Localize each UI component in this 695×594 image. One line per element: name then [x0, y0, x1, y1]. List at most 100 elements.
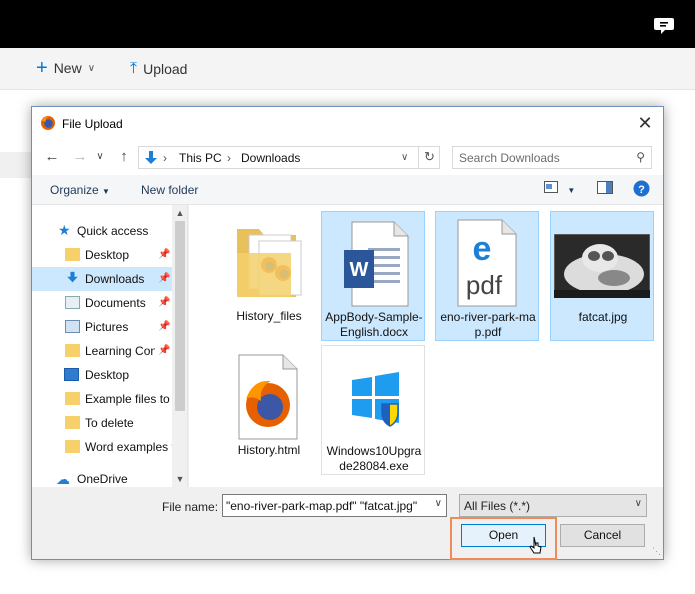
sidebar-item-to-delete[interactable]: To delete — [32, 411, 172, 435]
view-icon — [544, 181, 558, 193]
file-name: History_files — [236, 309, 302, 323]
folder-icon — [65, 416, 80, 429]
pin-icon: 📌 — [158, 297, 171, 308]
file-list: History_files W AppBody-Sample-English.d… — [189, 205, 663, 487]
svg-text:?: ? — [638, 184, 645, 196]
sidebar-item-documents[interactable]: Documents 📌 — [32, 291, 172, 315]
desktop-icon — [64, 368, 79, 381]
command-bar: + New ∨ ⤒ Upload — [0, 48, 695, 90]
scrollbar-thumb[interactable] — [175, 221, 185, 411]
file-name: AppBody-Sample-English.docx — [325, 310, 423, 339]
file-tile-windows10-upgrade[interactable]: Windows10Upgrade28084.exe — [321, 345, 425, 475]
file-upload-dialog: File Upload ✕ ← → ∨ ↑ › This PC › Downlo… — [31, 106, 664, 560]
dropdown-triangle-icon: ▼ — [567, 186, 576, 195]
pin-icon: 📌 — [158, 345, 171, 356]
word-document-icon: W — [344, 221, 409, 307]
app-top-bar — [0, 0, 695, 48]
view-options-button[interactable]: ▼ — [544, 181, 575, 196]
scroll-down-icon[interactable]: ▼ — [172, 471, 187, 487]
folder-icon — [237, 229, 302, 297]
breadcrumb-downloads[interactable]: Downloads — [241, 151, 300, 165]
dialog-toolbar: Organize ▼ New folder ▼ ? — [32, 175, 663, 205]
star-icon: ★ — [58, 222, 71, 238]
chat-icon[interactable] — [653, 14, 675, 36]
file-name: eno-river-park-map.pdf — [440, 310, 536, 339]
file-name-input[interactable] — [223, 495, 428, 516]
edge-pdf-icon: e pdf — [457, 219, 517, 307]
sidebar-item-desktop-2[interactable]: Desktop — [32, 363, 172, 387]
file-tile-fatcat-jpg[interactable]: fatcat.jpg — [550, 211, 654, 341]
file-tile-history-html[interactable]: History.html — [217, 345, 321, 475]
scroll-up-icon[interactable]: ▲ — [172, 205, 187, 221]
sidebar-item-example-files[interactable]: Example files to — [32, 387, 172, 411]
up-arrow-icon[interactable]: ↑ — [114, 147, 134, 167]
sidebar-item-quick-access[interactable]: ★ Quick access — [32, 219, 172, 243]
file-name: History.html — [237, 443, 301, 457]
sidebar-item-pictures[interactable]: Pictures 📌 — [32, 315, 172, 339]
search-icon[interactable]: ⚲ — [636, 150, 645, 164]
chevron-down-icon[interactable]: ∨ — [435, 498, 442, 509]
sidebar-scrollbar[interactable]: ▲ ▼ — [172, 205, 187, 487]
chevron-down-icon: ∨ — [634, 498, 642, 509]
file-name: Windows10Upgrade28084.exe — [326, 444, 422, 473]
new-button[interactable]: + New ∨ — [36, 57, 96, 79]
dialog-title-bar: File Upload ✕ — [32, 107, 663, 139]
svg-text:e: e — [473, 230, 492, 268]
resize-grip-icon[interactable]: ⋱ — [652, 546, 661, 557]
dropdown-triangle-icon: ▼ — [102, 187, 110, 196]
svg-text:pdf: pdf — [466, 270, 503, 300]
organize-button[interactable]: Organize ▼ — [50, 183, 110, 197]
refresh-icon[interactable]: ↻ — [418, 146, 440, 169]
windows-exe-icon — [352, 372, 399, 427]
plus-icon: + — [36, 57, 48, 79]
recent-chevron-icon[interactable]: ∨ — [90, 147, 110, 167]
folder-icon — [65, 248, 80, 261]
download-arrow-icon — [67, 271, 78, 283]
file-tile-history-files[interactable]: History_files — [217, 211, 321, 341]
firefox-html-icon — [238, 354, 298, 440]
svg-text:W: W — [350, 259, 369, 281]
folder-icon — [65, 344, 80, 357]
navigation-row: ← → ∨ ↑ › This PC › Downloads ∨ ↻ ⚲ — [32, 139, 663, 175]
breadcrumb-separator-icon: › — [163, 151, 167, 165]
fatcat-image-thumbnail — [554, 234, 650, 298]
pin-icon: 📌 — [158, 249, 171, 260]
preview-pane-icon[interactable] — [597, 181, 613, 197]
sidebar-item-downloads[interactable]: Downloads 📌 — [32, 267, 172, 291]
file-type-select[interactable]: All Files (*.*) ∨ — [459, 494, 647, 517]
breadcrumb-separator-icon: › — [227, 151, 231, 165]
folder-icon — [65, 440, 80, 453]
upload-arrow-icon: ⤒ — [130, 60, 138, 77]
address-dropdown-icon[interactable]: ∨ — [401, 152, 408, 163]
chevron-down-icon: ∨ — [87, 62, 96, 74]
cancel-button[interactable]: Cancel — [560, 524, 645, 547]
firefox-icon — [41, 116, 55, 130]
sidebar-item-desktop[interactable]: Desktop 📌 — [32, 243, 172, 267]
cloud-icon: ☁ — [56, 471, 70, 487]
forward-arrow-icon[interactable]: → — [70, 147, 90, 167]
background-pane — [0, 90, 32, 594]
search-box: ⚲ — [452, 146, 652, 169]
breadcrumb-this-pc[interactable]: This PC — [179, 151, 222, 165]
sidebar-item-word-examples[interactable]: Word examples f — [32, 435, 172, 459]
file-tile-eno-river-pdf[interactable]: e pdf eno-river-park-map.pdf — [435, 211, 539, 341]
upload-button[interactable]: ⤒ Upload — [130, 60, 187, 78]
pin-icon: 📌 — [158, 321, 171, 332]
dialog-footer: File name: ∨ All Files (*.*) ∨ Open Canc… — [32, 487, 663, 560]
back-arrow-icon[interactable]: ← — [42, 147, 62, 167]
downloads-location-icon — [145, 151, 157, 164]
pin-icon: 📌 — [158, 273, 171, 284]
navigation-pane: ★ Quick access Desktop 📌 Downloads 📌 Doc… — [32, 205, 188, 487]
sidebar-item-onedrive[interactable]: ☁ OneDrive — [32, 467, 172, 487]
file-name: fatcat.jpg — [578, 310, 628, 324]
sidebar-item-learning-con[interactable]: Learning Con 📌 — [32, 339, 172, 363]
folder-icon — [65, 392, 80, 405]
file-tile-appbody-docx[interactable]: W AppBody-Sample-English.docx — [321, 211, 425, 341]
new-folder-button[interactable]: New folder — [141, 183, 198, 197]
close-icon[interactable]: ✕ — [635, 113, 655, 133]
search-input[interactable] — [453, 147, 627, 168]
file-name-label: File name: — [162, 500, 219, 514]
address-bar[interactable]: › This PC › Downloads ∨ — [138, 146, 440, 169]
help-icon[interactable]: ? — [633, 180, 650, 200]
file-name-combo: ∨ — [222, 494, 447, 517]
